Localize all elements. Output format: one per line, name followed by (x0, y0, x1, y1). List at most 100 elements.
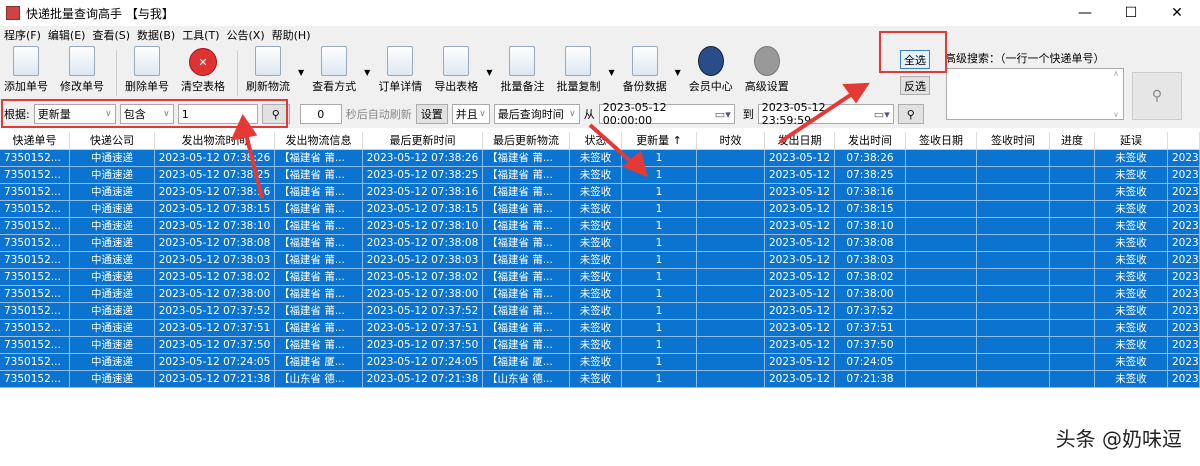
table-cell: 1 (622, 252, 697, 269)
table-row[interactable]: 7350152... 中通速递 2023-05-12 07:38:02 【福建省 莆.… (0, 269, 1200, 286)
watermark: 头条 @奶味逗 (1055, 427, 1182, 451)
table-cell (1050, 184, 1095, 201)
refresh-dropdown-icon[interactable]: ▼ (298, 68, 304, 77)
table-cell (1050, 337, 1095, 354)
view-dropdown-icon[interactable]: ▼ (364, 68, 370, 77)
column-header[interactable]: 发出时间 (835, 132, 906, 150)
table-cell: 2023-05-12 07:38:02 (155, 269, 275, 286)
to-date-picker[interactable]: 2023-05-12 23:59:59 ▭▾ (757, 101, 894, 127)
table-cell: 2023 (1168, 167, 1200, 184)
column-header[interactable]: 时效 (697, 132, 765, 150)
advanced-search-button[interactable]: ⚲ (1132, 72, 1182, 120)
backup-data-button[interactable]: 备份数据 (623, 46, 667, 100)
export-table-button[interactable]: 导出表格 (434, 46, 478, 100)
column-header[interactable]: 签收日期 (906, 132, 977, 150)
table-row[interactable]: 7350152... 中通速递 2023-05-12 07:38:10 【福建省 莆.… (0, 218, 1200, 235)
menu-item[interactable]: 查看(S) (92, 27, 130, 43)
table-cell: 【福建省 莆... (275, 201, 363, 218)
table-row[interactable]: 7350152... 中通速递 2023-05-12 07:38:08 【福建省 莆.… (0, 235, 1200, 252)
table-cell (1050, 371, 1095, 388)
table-cell: 07:37:50 (835, 337, 906, 354)
column-header[interactable]: 状态 (570, 132, 622, 150)
advanced-search-textarea[interactable]: ∧ ∨ (946, 68, 1124, 120)
column-header[interactable]: 进度 (1050, 132, 1095, 150)
table-cell: 未签收 (570, 201, 622, 218)
date-search-button[interactable]: ⚲ (897, 104, 924, 124)
table-cell (697, 201, 765, 218)
table-cell: 2023-05-12 07:38:10 (363, 218, 483, 235)
table-cell (906, 252, 977, 269)
time-field-select[interactable]: 最后查询时间 ∨ (493, 104, 580, 124)
table-cell: 2023-05-12 07:38:03 (363, 252, 483, 269)
filter-field-select[interactable]: 更新量 ∨ (33, 104, 116, 124)
scrollbar[interactable]: ∧ ∨ (1109, 69, 1123, 119)
view-mode-button[interactable]: 查看方式 (312, 46, 356, 100)
batch-copy-button[interactable]: 批量复制 (556, 46, 600, 100)
table-row[interactable]: 7350152... 中通速递 2023-05-12 07:38:16 【福建省 莆.… (0, 184, 1200, 201)
table-row[interactable]: 7350152... 中通速递 2023-05-12 07:37:50 【福建省 莆.… (0, 337, 1200, 354)
column-header[interactable]: 快递公司 (70, 132, 155, 150)
table-row[interactable]: 7350152... 中通速递 2023-05-12 07:38:15 【福建省 莆.… (0, 201, 1200, 218)
delete-number-button[interactable]: 删除单号 (125, 46, 169, 100)
auto-refresh-seconds-input[interactable]: 0 (299, 104, 342, 124)
advanced-settings-button[interactable]: 高级设置 (745, 46, 789, 100)
export-dropdown-icon[interactable]: ▼ (486, 68, 492, 77)
table-header: 快递单号 快递公司 发出物流时间 发出物流信息 最后更新时间 最后更新物流 状态 更新量 ↑ 时… (0, 132, 1200, 150)
table-cell (1050, 286, 1095, 303)
table-cell: 2023-05-12 07:38:00 (155, 286, 275, 303)
filter-value-input[interactable]: 1 (177, 104, 258, 124)
table-row[interactable]: 7350152... 中通速递 2023-05-12 07:37:52 【福建省 莆.… (0, 303, 1200, 320)
select-all-button[interactable]: 全选 (900, 50, 930, 69)
filter-search-button[interactable]: ⚲ (261, 104, 290, 124)
document-delete-icon (134, 46, 160, 76)
minimize-button[interactable]: — (1062, 0, 1108, 26)
table-cell: 07:21:38 (835, 371, 906, 388)
menu-item[interactable]: 编辑(E) (48, 27, 86, 43)
add-number-button[interactable]: 添加单号 (4, 46, 48, 100)
column-header[interactable] (1168, 132, 1200, 150)
batch-note-button[interactable]: 批量备注 (500, 46, 544, 100)
menu-item[interactable]: 帮助(H) (272, 27, 311, 43)
column-header[interactable]: 延误 (1095, 132, 1168, 150)
column-header[interactable]: 更新量 ↑ (622, 132, 697, 150)
menu-item[interactable]: 程序(F) (4, 27, 41, 43)
menu-item[interactable]: 数据(B) (137, 27, 175, 43)
table-row[interactable]: 7350152... 中通速递 2023-05-12 07:38:26 【福建省 莆.… (0, 150, 1200, 167)
table-cell: 未签收 (1095, 303, 1168, 320)
column-header[interactable]: 最后更新时间 (363, 132, 483, 150)
table-cell: 07:38:15 (835, 201, 906, 218)
table-row[interactable]: 7350152... 中通速递 2023-05-12 07:37:51 【福建省 莆.… (0, 320, 1200, 337)
refresh-logistics-button[interactable]: 刷新物流 (246, 46, 290, 100)
menu-item[interactable]: 工具(T) (182, 27, 219, 43)
table-cell (906, 201, 977, 218)
table-cell: 7350152... (0, 167, 70, 184)
column-header[interactable]: 最后更新物流 (483, 132, 570, 150)
edit-number-button[interactable]: 修改单号 (60, 46, 104, 100)
invert-selection-button[interactable]: 反选 (900, 76, 930, 95)
logic-select[interactable]: 并且 ∨ (451, 104, 490, 124)
table-row[interactable]: 7350152... 中通速递 2023-05-12 07:38:00 【福建省 莆.… (0, 286, 1200, 303)
set-button[interactable]: 设置 (415, 104, 448, 124)
table-cell: 1 (622, 218, 697, 235)
copy-dropdown-icon[interactable]: ▼ (608, 68, 614, 77)
backup-dropdown-icon[interactable]: ▼ (675, 68, 681, 77)
table-cell: 1 (622, 354, 697, 371)
column-header[interactable]: 签收时间 (977, 132, 1050, 150)
close-button[interactable]: ✕ (1154, 0, 1200, 26)
column-header[interactable]: 发出日期 (765, 132, 835, 150)
order-detail-button[interactable]: 订单详情 (378, 46, 422, 100)
column-header[interactable]: 发出物流信息 (275, 132, 363, 150)
table-row[interactable]: 7350152... 中通速递 2023-05-12 07:38:03 【福建省 莆.… (0, 252, 1200, 269)
column-header[interactable]: 快递单号 (0, 132, 70, 150)
from-date-picker[interactable]: 2023-05-12 00:00:00 ▭▾ (598, 101, 735, 127)
table-row[interactable]: 7350152... 中通速递 2023-05-12 07:24:05 【福建省 厦.… (0, 354, 1200, 371)
filter-operator-select[interactable]: 包含 ∨ (119, 104, 174, 124)
maximize-button[interactable]: ☐ (1108, 0, 1154, 26)
menu-item[interactable]: 公告(X) (227, 27, 265, 43)
column-header[interactable]: 发出物流时间 (155, 132, 275, 150)
table-row[interactable]: 7350152... 中通速递 2023-05-12 07:21:38 【山东省 德.… (0, 371, 1200, 388)
member-center-button[interactable]: 会员中心 (689, 46, 733, 100)
table-row[interactable]: 7350152... 中通速递 2023-05-12 07:38:25 【福建省 莆.… (0, 167, 1200, 184)
table-cell: 未签收 (570, 354, 622, 371)
clear-table-button[interactable]: ✕ 清空表格 (181, 48, 225, 100)
